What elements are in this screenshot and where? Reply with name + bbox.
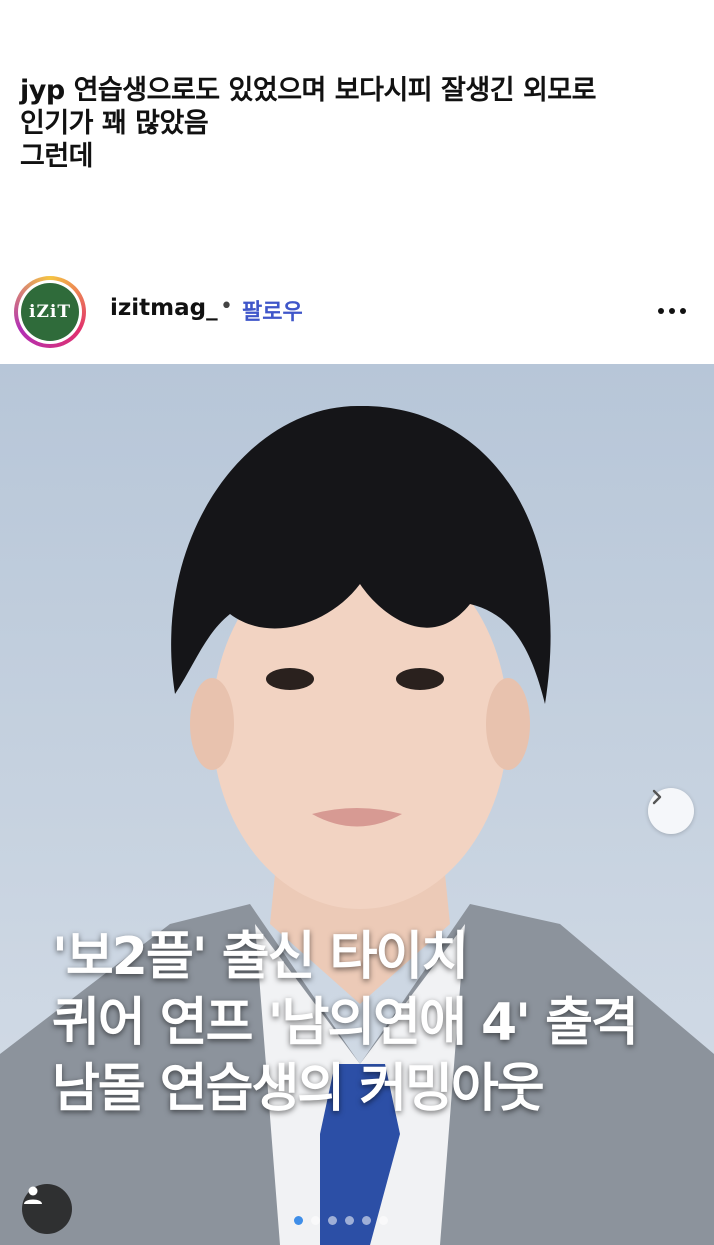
tagged-users-button[interactable] <box>22 1184 72 1234</box>
post-header: iZiT izitmag_ • 팔로우 <box>0 270 714 354</box>
carousel-dot <box>311 1216 320 1225</box>
more-icon[interactable] <box>658 308 686 314</box>
carousel-dot <box>328 1216 337 1225</box>
post-image[interactable]: '보2플' 출신 타이치 퀴어 연프 '남의연애 4' 출격 남돌 연습생의 커… <box>0 364 714 1245</box>
carousel-dot <box>294 1216 303 1225</box>
post-caption: jyp 연습생으로도 있었으며 보다시피 잘생긴 외모로 인기가 꽤 많았음 그… <box>20 74 700 173</box>
headline-line-2: 퀴어 연프 '남의연애 4' 출격 <box>52 993 639 1053</box>
caption-line-2: 인기가 꽤 많았음 <box>20 108 209 139</box>
avatar-logo: iZiT <box>21 283 79 341</box>
next-slide-button[interactable] <box>648 788 694 834</box>
headline-line-3: 남돌 연습생의 커밍아웃 <box>52 1059 545 1119</box>
caption-line-3: 그런데 <box>20 141 94 172</box>
avatar[interactable]: iZiT <box>14 276 86 348</box>
follow-button[interactable]: 팔로우 <box>242 294 303 326</box>
headline-overlay: '보2플' 출신 타이치 퀴어 연프 '남의연애 4' 출격 남돌 연습생의 커… <box>52 924 702 1122</box>
caption-line-1: jyp 연습생으로도 있었으며 보다시피 잘생긴 외모로 <box>20 75 596 106</box>
chevron-right-icon <box>652 789 662 805</box>
user-icon <box>24 1186 42 1204</box>
carousel-dot <box>362 1216 371 1225</box>
carousel-dot <box>345 1216 354 1225</box>
separator-dot: • <box>220 294 233 319</box>
carousel-dot <box>379 1216 388 1225</box>
username-link[interactable]: izitmag_ <box>110 295 218 321</box>
carousel-indicator <box>294 1216 388 1225</box>
headline-line-1: '보2플' 출신 타이치 <box>52 927 469 987</box>
